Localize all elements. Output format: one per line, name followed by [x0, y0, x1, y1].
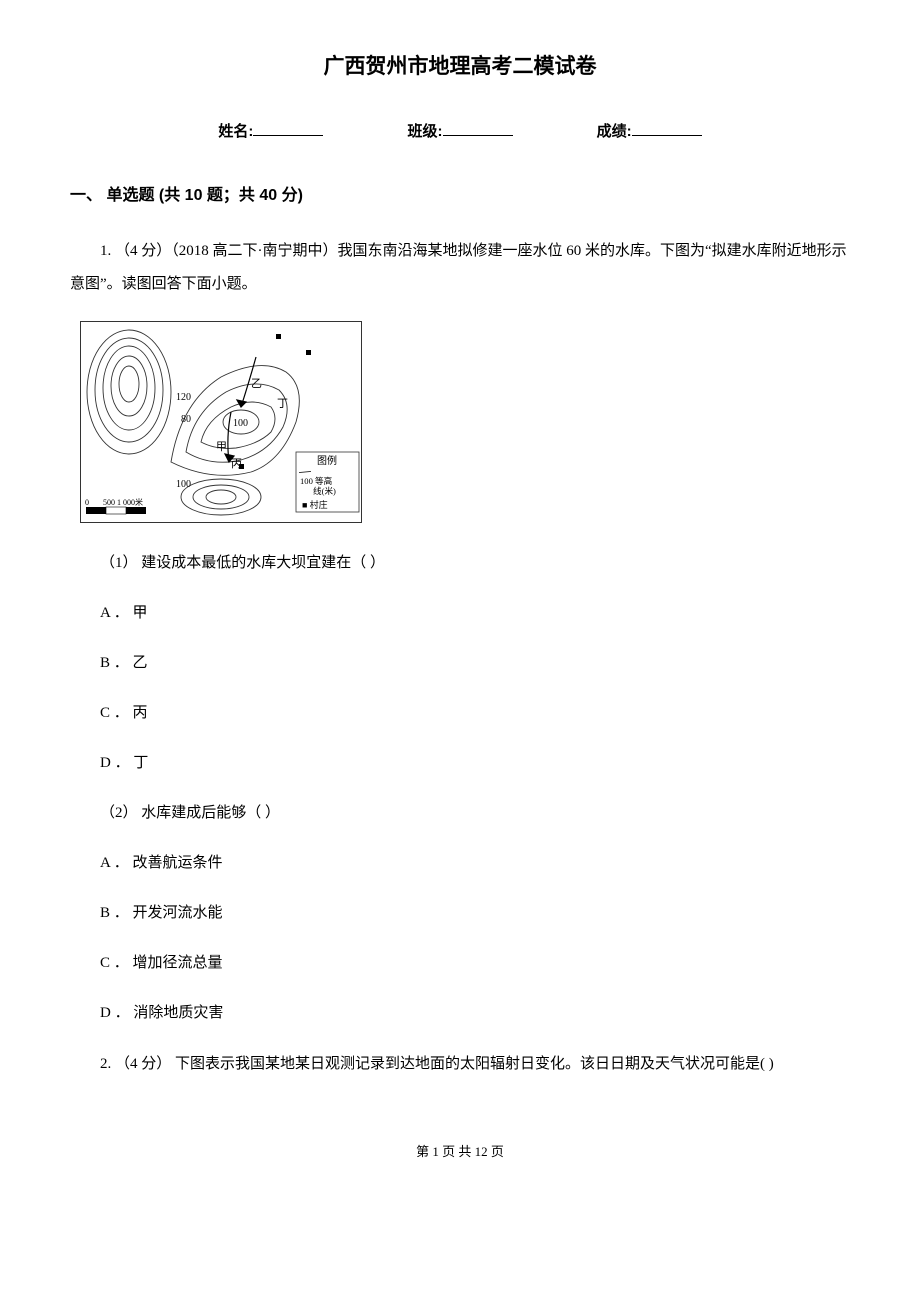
name-label: 姓名: [218, 123, 253, 140]
q1-sub2-option-d: D ． 消除地质灾害 [70, 998, 850, 1028]
section-heading: 一、 单选题 (共 10 题；共 40 分) [70, 181, 850, 205]
q1-sub1-option-d: D ． 丁 [70, 748, 850, 778]
page-title: 广西贺州市地理高考二模试卷 [70, 50, 850, 80]
q1-sub1-option-c: C ． 丙 [70, 698, 850, 728]
contour-100b: 100 [176, 479, 191, 490]
topographic-map-svg: 0 500 1 000米 图例 100 等高 线(米) ■ 村庄 [80, 321, 362, 523]
legend-title: 图例 [317, 454, 337, 467]
q1-sub1: （1） 建设成本最低的水库大坝宜建在（ ） [70, 548, 850, 578]
document-page: 广西贺州市地理高考二模试卷 姓名: 班级: 成绩: 一、 单选题 (共 10 题… [0, 0, 920, 1190]
legend-village: ■ 村庄 [302, 499, 328, 510]
page-footer: 第 1 页 共 12 页 [70, 1141, 850, 1160]
q1-sub2: （2） 水库建成后能够（ ） [70, 798, 850, 828]
villages [239, 334, 311, 469]
q1-sub2-option-a: A ． 改善航运条件 [70, 848, 850, 878]
label-yi: 乙 [251, 377, 262, 390]
scale-0: 0 [85, 498, 89, 507]
contour-120: 120 [176, 392, 191, 403]
score-field: 成绩: [597, 120, 702, 141]
label-bing: 丙 [231, 458, 242, 470]
map-legend: 图例 100 等高 线(米) ■ 村庄 [296, 452, 359, 512]
name-blank[interactable] [253, 120, 323, 136]
score-blank[interactable] [632, 120, 702, 136]
contours-lower [181, 479, 261, 515]
q1-sub2-option-b: B ． 开发河流水能 [70, 898, 850, 928]
contour-100a: 100 [233, 418, 248, 429]
map-labels: 120 80 100 100 甲 乙 丙 丁 [176, 377, 288, 490]
contour-80: 80 [181, 414, 191, 425]
scale-vals: 500 1 000米 [103, 497, 143, 507]
label-ding: 丁 [277, 398, 288, 410]
class-label: 班级: [408, 123, 443, 140]
class-blank[interactable] [443, 120, 513, 136]
topographic-map-figure: 0 500 1 000米 图例 100 等高 线(米) ■ 村庄 [80, 321, 850, 528]
question-2-stem: 2. （4 分） 下图表示我国某地某日观测记录到达地面的太阳辐射日变化。该日日期… [70, 1048, 850, 1081]
name-field: 姓名: [218, 120, 323, 141]
scale-bar: 0 500 1 000米 [85, 497, 146, 514]
question-1-stem: 1. （4 分）（2018 高二下·南宁期中）我国东南沿海某地拟修建一座水位 6… [70, 235, 850, 301]
class-field: 班级: [408, 120, 513, 141]
q1-sub1-option-a: A ． 甲 [70, 598, 850, 628]
label-jia: 甲 [216, 441, 227, 453]
student-info-line: 姓名: 班级: 成绩: [70, 120, 850, 141]
contours-left-hill [87, 330, 171, 454]
score-label: 成绩: [597, 123, 632, 140]
q1-sub1-option-b: B ． 乙 [70, 648, 850, 678]
q1-sub2-option-c: C ． 增加径流总量 [70, 948, 850, 978]
